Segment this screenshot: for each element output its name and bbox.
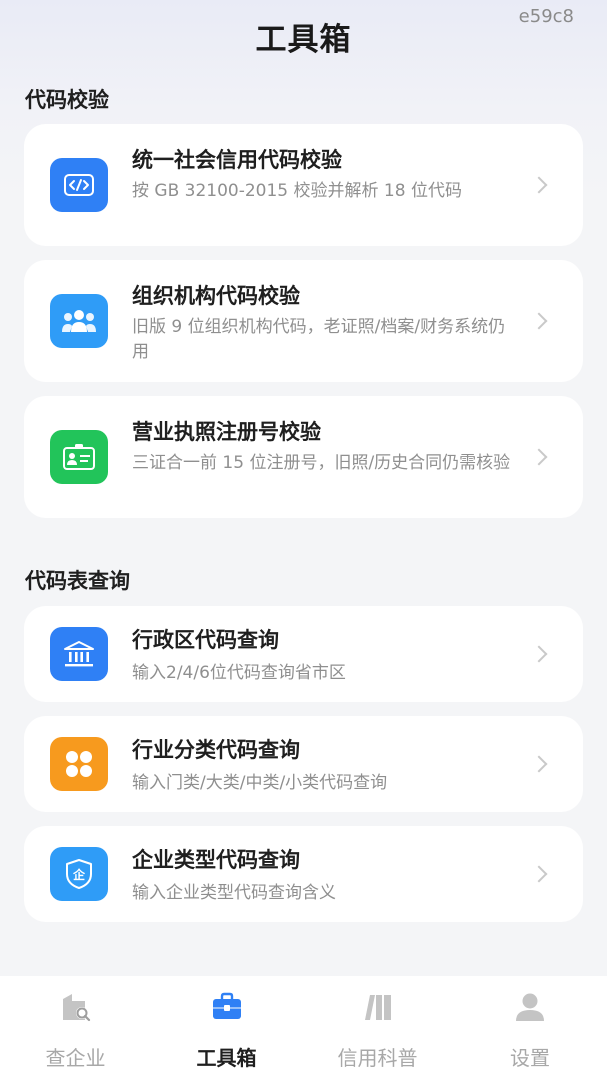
tab-toolbox[interactable]: 工具箱 [151,976,302,1080]
svg-text:企: 企 [72,867,86,882]
tool-card-biz-license-verify[interactable]: 营业执照注册号校验 三证合一前 15 位注册号，旧照/历史合同仍需核验 [24,396,583,518]
company-search-icon [59,990,93,1024]
code-icon [50,158,108,212]
card-description: 输入2/4/6位代码查询省市区 [132,663,346,683]
card-description: 输入企业类型代码查询含义 [132,883,336,903]
header: 工具箱 e59c8 [0,0,607,72]
card-title: 行政区代码查询 [132,628,279,652]
clover-icon [50,737,108,791]
tab-label: 设置 [510,1046,550,1070]
chevron-right-icon [530,755,548,773]
card-description: 旧版 9 位组织机构代码，老证照/档案/财务系统仍用 [132,317,506,362]
chevron-right-icon [530,448,548,466]
card-title: 行业分类代码查询 [132,738,300,762]
chevron-right-icon [530,645,548,663]
card-description: 按 GB 32100-2015 校验并解析 18 位代码 [132,181,462,201]
card-title: 企业类型代码查询 [132,848,300,872]
tab-company-search[interactable]: 查企业 [0,976,151,1080]
toolbox-icon [210,990,244,1024]
tab-label: 信用科普 [337,1046,418,1070]
corner-code: e59c8 [518,6,574,27]
tool-card-company-type-lookup[interactable]: 企 企业类型代码查询 输入企业类型代码查询含义 [24,826,583,922]
bottom-tab-bar: 查企业 工具箱 信用科普 设置 [0,976,607,1080]
card-title: 组织机构代码校验 [132,284,300,308]
section-title-code-lookup: 代码表查询 [25,569,130,593]
page-title: 工具箱 [255,22,352,58]
tool-card-industry-lookup[interactable]: 行业分类代码查询 输入门类/大类/中类/小类代码查询 [24,716,583,812]
tool-card-admin-region-lookup[interactable]: 行政区代码查询 输入2/4/6位代码查询省市区 [24,606,583,702]
card-title: 营业执照注册号校验 [132,420,321,444]
chevron-right-icon [530,865,548,883]
books-icon [361,990,395,1024]
card-title: 统一社会信用代码校验 [132,148,342,172]
card-description: 三证合一前 15 位注册号，旧照/历史合同仍需核验 [132,453,511,473]
tab-label: 工具箱 [196,1046,257,1070]
tab-settings[interactable]: 设置 [453,976,607,1080]
id-card-icon [50,430,108,484]
section-title-code-verify: 代码校验 [25,88,109,112]
tab-credit-knowledge[interactable]: 信用科普 [302,976,453,1080]
people-icon [50,294,108,348]
tab-label: 查企业 [45,1046,106,1070]
chevron-right-icon [530,176,548,194]
user-icon [513,990,547,1024]
shield-icon: 企 [50,847,108,901]
card-description: 输入门类/大类/中类/小类代码查询 [132,773,388,793]
government-building-icon [50,627,108,681]
chevron-right-icon [530,312,548,330]
tool-card-org-code-verify[interactable]: 组织机构代码校验 旧版 9 位组织机构代码，老证照/档案/财务系统仍用 [24,260,583,382]
tool-card-uscc-verify[interactable]: 统一社会信用代码校验 按 GB 32100-2015 校验并解析 18 位代码 [24,124,583,246]
